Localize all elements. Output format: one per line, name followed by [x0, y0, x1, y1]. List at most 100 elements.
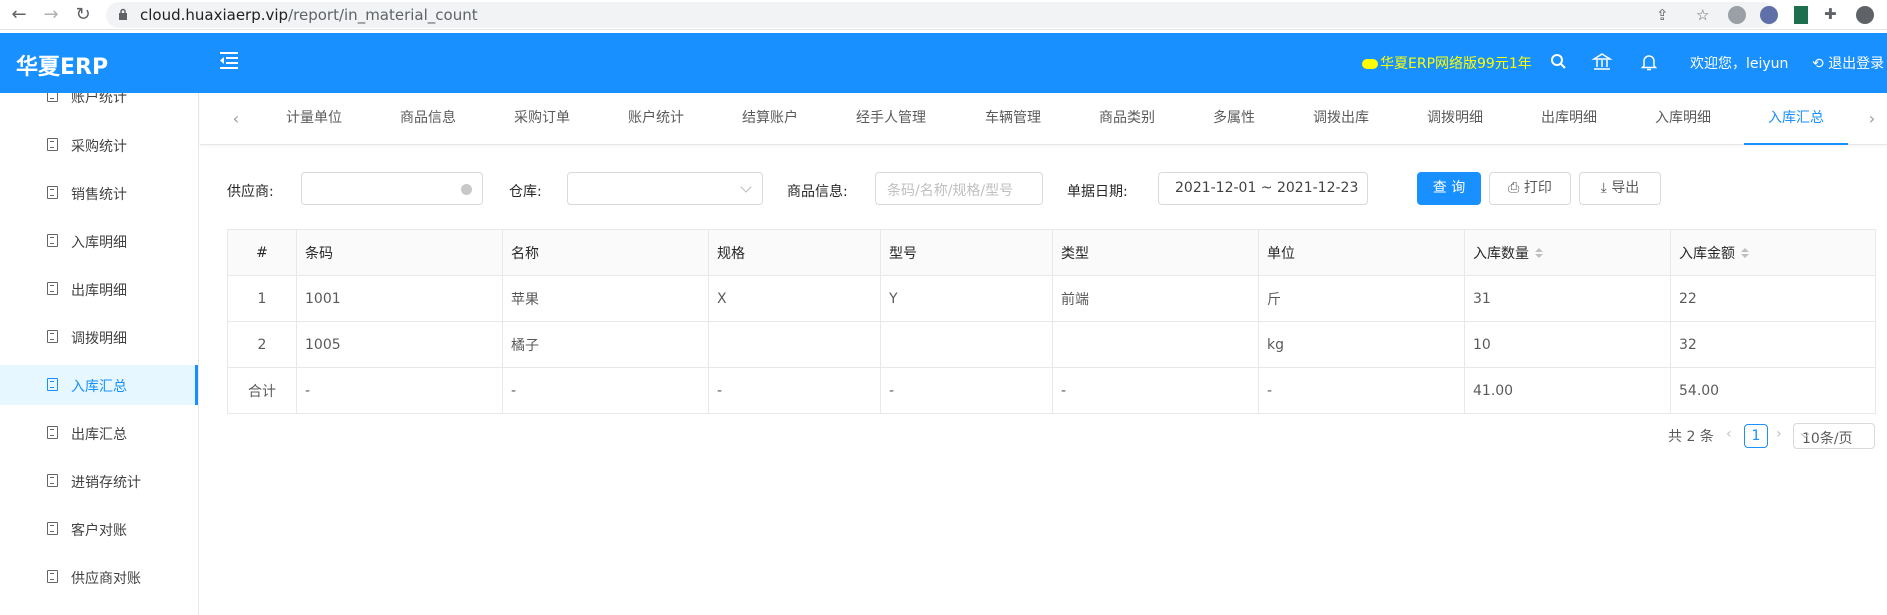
col-model: 型号 [880, 229, 1053, 276]
product-info-label: 商品信息: [787, 184, 848, 200]
sidebar-item-account-stats[interactable]: 账户统计 [0, 93, 198, 116]
bank-icon[interactable] [1591, 51, 1613, 73]
file-icon [47, 186, 58, 199]
back-icon[interactable]: ← [8, 4, 30, 26]
browser-toolbar: ← → ↻ cloud.huaxiaerp.vip/report/in_mate… [0, 0, 1887, 30]
col-index: # [227, 229, 297, 276]
tabs-prev-icon[interactable]: ‹ [228, 109, 244, 129]
file-icon [47, 234, 58, 247]
sidebar-item-customer-reconcile[interactable]: 客户对账 [0, 509, 198, 549]
tab-transfer-out[interactable]: 调拨出库 [1313, 107, 1369, 145]
tab-unit[interactable]: 计量单位 [286, 107, 342, 145]
printer-icon: ⎙ [1508, 180, 1524, 196]
sidebar-item-supplier-reconcile[interactable]: 供应商对账 [0, 557, 198, 597]
tab-product-category[interactable]: 商品类别 [1099, 107, 1155, 145]
extension-icon-2[interactable] [1760, 6, 1778, 24]
file-icon [47, 138, 58, 151]
table-row: 2 1005 橘子 kg 10 32 [227, 321, 1876, 368]
extensions-puzzle-icon[interactable]: ✚ [1824, 5, 1837, 23]
file-icon [47, 570, 58, 583]
file-icon [47, 93, 58, 102]
tab-handler-management[interactable]: 经手人管理 [856, 107, 926, 145]
file-icon [47, 378, 58, 391]
supplier-label: 供应商: [227, 184, 274, 200]
tab-purchase-order[interactable]: 采购订单 [514, 107, 570, 145]
tab-out-detail[interactable]: 出库明细 [1541, 107, 1597, 145]
page-size-select[interactable]: 10条/页 [1793, 423, 1875, 449]
file-icon [47, 426, 58, 439]
file-icon [47, 330, 58, 343]
extension-icon-1[interactable] [1728, 6, 1746, 24]
tabs-bar: ‹ 计量单位 商品信息 采购订单 账户统计 结算账户 经手人管理 车辆管理 商品… [200, 93, 1887, 145]
sidebar-item-sales-stats[interactable]: 销售统计 [0, 173, 198, 213]
download-icon: ⤓ [1600, 180, 1612, 196]
sidebar-item-in-summary[interactable]: 入库汇总 [0, 365, 198, 405]
sidebar-item-in-detail[interactable]: 入库明细 [0, 221, 198, 261]
bell-icon[interactable] [1638, 51, 1660, 73]
promo-link[interactable]: 华夏ERP网络版99元1年 [1362, 53, 1532, 73]
col-name: 名称 [502, 229, 709, 276]
cloud-icon [1362, 59, 1378, 69]
sort-icon[interactable] [1741, 247, 1749, 260]
forward-icon[interactable]: → [40, 4, 62, 26]
search-icon[interactable] [1548, 51, 1570, 73]
query-button[interactable]: 查 询 [1417, 172, 1481, 205]
file-icon [47, 522, 58, 535]
url-text: cloud.huaxiaerp.vip/report/in_material_c… [140, 6, 478, 24]
table-row: 1 1001 苹果 X Y 前端 斤 31 22 [227, 275, 1876, 322]
pagination-next-icon[interactable]: › [1776, 426, 1782, 442]
tab-transfer-detail[interactable]: 调拨明细 [1427, 107, 1483, 145]
app-header: 华夏ERP 华夏ERP网络版99元1年 欢迎您，leiyun ⟲ 退出登录 [0, 33, 1887, 93]
share-icon[interactable]: ⇪ [1656, 6, 1669, 24]
in-summary-table: # 条码 名称 规格 型号 类型 单位 入库数量 入库金额 1 1001 苹果 … [227, 229, 1876, 414]
table-total-row: 合计 - - - - - - 41.00 54.00 [227, 367, 1876, 414]
tab-settlement-account[interactable]: 结算账户 [742, 107, 798, 145]
col-in-amount[interactable]: 入库金额 [1670, 229, 1876, 276]
col-type: 类型 [1052, 229, 1259, 276]
pagination-total: 共 2 条 [1668, 429, 1714, 445]
address-bar[interactable]: cloud.huaxiaerp.vip/report/in_material_c… [106, 2, 1776, 28]
pagination-prev-icon[interactable]: ‹ [1726, 426, 1732, 442]
sidebar-item-transfer-detail[interactable]: 调拨明细 [0, 317, 198, 357]
tabs-next-icon[interactable]: › [1864, 109, 1880, 129]
sort-icon[interactable] [1535, 247, 1543, 260]
col-unit: 单位 [1258, 229, 1465, 276]
bookmark-star-icon[interactable]: ☆ [1696, 6, 1709, 24]
logout-button[interactable]: ⟲ 退出登录 [1812, 53, 1884, 73]
sidebar-item-out-detail[interactable]: 出库明细 [0, 269, 198, 309]
tab-product-info[interactable]: 商品信息 [400, 107, 456, 145]
welcome-text[interactable]: 欢迎您，leiyun [1690, 53, 1788, 73]
tab-multi-attribute[interactable]: 多属性 [1213, 107, 1255, 145]
tab-vehicle-management[interactable]: 车辆管理 [985, 107, 1041, 145]
date-range-picker[interactable]: 2021-12-01 ~ 2021-12-23 [1158, 172, 1368, 205]
tab-in-detail[interactable]: 入库明细 [1655, 107, 1711, 145]
pagination-page[interactable]: 1 [1744, 424, 1768, 448]
sidebar: 账户统计 采购统计 销售统计 入库明细 出库明细 调拨明细 入库汇总 出库汇总 … [0, 93, 199, 615]
warehouse-label: 仓库: [509, 184, 542, 200]
export-button[interactable]: ⤓ 导出 [1579, 172, 1661, 205]
reload-icon[interactable]: ↻ [72, 4, 94, 26]
lock-icon [119, 8, 127, 20]
warehouse-select[interactable] [567, 172, 763, 205]
profile-icon[interactable] [1856, 6, 1874, 24]
col-barcode: 条码 [296, 229, 503, 276]
sidebar-item-inventory-stats[interactable]: 进销存统计 [0, 461, 198, 501]
col-in-quantity[interactable]: 入库数量 [1464, 229, 1671, 276]
sidebar-item-out-summary[interactable]: 出库汇总 [0, 413, 198, 453]
product-info-input[interactable]: 条码/名称/规格/型号 [875, 172, 1043, 205]
table-header-row: # 条码 名称 规格 型号 类型 单位 入库数量 入库金额 [227, 229, 1876, 276]
file-icon [47, 282, 58, 295]
sidebar-item-purchase-stats[interactable]: 采购统计 [0, 125, 198, 165]
print-button[interactable]: ⎙ 打印 [1489, 172, 1571, 205]
chevron-down-icon [740, 181, 752, 193]
date-label: 单据日期: [1067, 184, 1128, 200]
menu-fold-icon[interactable] [218, 49, 240, 71]
logout-icon: ⟲ [1812, 56, 1829, 72]
tab-in-summary[interactable]: 入库汇总 [1744, 107, 1848, 145]
clear-icon[interactable] [461, 184, 472, 195]
supplier-select[interactable] [301, 172, 483, 205]
vue-devtools-icon[interactable] [1794, 6, 1808, 24]
app-logo[interactable]: 华夏ERP [16, 49, 108, 81]
file-icon [47, 474, 58, 487]
tab-account-stats[interactable]: 账户统计 [628, 107, 684, 145]
